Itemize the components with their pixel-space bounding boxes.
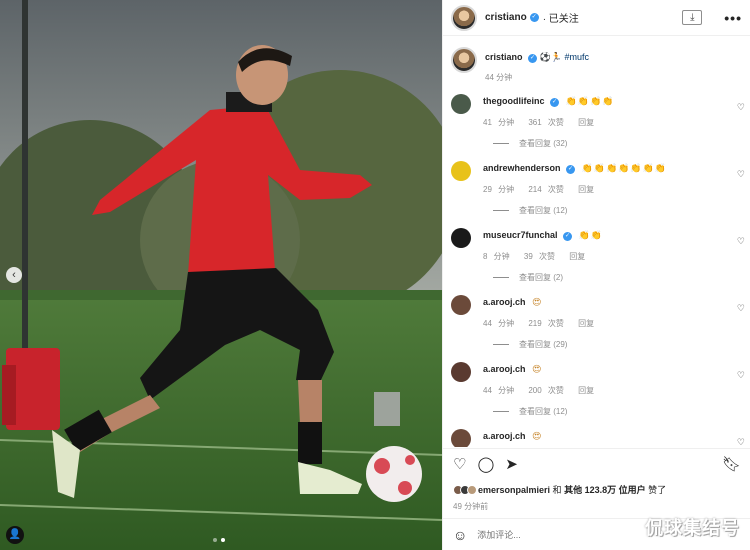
comment-likes[interactable]: 361 次赞: [528, 118, 564, 127]
training-photo: [0, 0, 442, 550]
comment-item: andrewhenderson ✓ 👏👏👏👏👏👏👏 29 分钟 214 次赞 回…: [443, 152, 750, 219]
follow-status-label: 已关注: [548, 14, 579, 25]
post-photo: ‹ 👤: [0, 0, 442, 550]
liker-username[interactable]: emersonpalmieri: [478, 485, 550, 495]
likes-others[interactable]: 其他 123.8万 位用户: [564, 483, 646, 496]
verified-badge-icon: ✓: [563, 232, 573, 241]
post-actions: ♡ ◯ ➤ 🔖︎ emersonpalmieri 和 其他 123.8万 位用户…: [443, 448, 750, 512]
comment-heart-icon[interactable]: ♡: [737, 303, 745, 314]
football: [366, 446, 422, 502]
comment-meta: 44 分钟 200 次赞 回复: [483, 385, 602, 396]
commenter-avatar[interactable]: [451, 161, 471, 181]
comment-likes[interactable]: 39 次赞: [524, 252, 555, 261]
comment-heart-icon[interactable]: ♡: [737, 236, 745, 247]
caption-time: 44 分钟: [485, 73, 513, 82]
comment-meta: 41 分钟 361 次赞 回复: [483, 117, 614, 128]
carousel-indicator: [213, 538, 225, 542]
comment-time: 44 分钟: [483, 319, 515, 328]
comment-text: 👏👏: [578, 230, 603, 240]
comment-likes[interactable]: 200 次赞: [528, 386, 564, 395]
verified-badge-icon: ✓: [528, 54, 538, 63]
watermark: 侃球集结号: [645, 518, 740, 539]
liker-avatars: [453, 484, 477, 495]
comment-item: thegoodlifeinc ✓ 👏👏👏👏 41 分钟 361 次赞 回复 查看…: [443, 85, 750, 152]
comment-likes[interactable]: 214 次赞: [528, 185, 564, 194]
more-options-icon[interactable]: •••: [724, 10, 742, 26]
reply-button[interactable]: 回复: [578, 386, 594, 395]
posted-time: 49 分钟前: [453, 502, 489, 511]
comment-meta: 44 分钟 219 次赞 回复: [483, 318, 602, 329]
comments-list[interactable]: cristiano ✓ ⚽🏃 #mufc 44 分钟 thegoodlifein…: [443, 37, 750, 447]
liker-avatar: [467, 484, 477, 495]
comment-meta: 8 分钟 39 次赞 回复: [483, 251, 603, 262]
commenter-avatar[interactable]: [451, 429, 471, 447]
comment-text: 👏👏👏👏👏👏👏: [581, 163, 667, 173]
comment-item: museucr7funchal ✓ 👏👏 8 分钟 39 次赞 回复 查看回复 …: [443, 219, 750, 286]
view-replies-button[interactable]: 查看回复 (2): [493, 272, 743, 283]
comment-icon[interactable]: ◯: [477, 457, 494, 473]
view-replies-button[interactable]: 查看回复 (32): [493, 138, 743, 149]
likes-summary: emersonpalmieri 和 其他 123.8万 位用户 赞了: [453, 483, 741, 496]
tagged-user-icon[interactable]: 👤: [6, 526, 24, 544]
caption-username[interactable]: cristiano: [485, 52, 523, 62]
verified-badge-icon: ✓: [529, 13, 539, 22]
previous-image-button[interactable]: ‹: [6, 267, 22, 283]
post-header: cristiano ✓ · 已关注 ⤓ •••: [443, 0, 750, 36]
view-replies-button[interactable]: 查看回复 (12): [493, 406, 743, 417]
comment-item: a.arooj.ch 😍 ♡: [443, 420, 750, 447]
reply-button[interactable]: 回复: [578, 319, 594, 328]
caption-hashtag[interactable]: #mufc: [564, 52, 589, 62]
reply-button[interactable]: 回复: [569, 252, 585, 261]
commenter-username[interactable]: andrewhenderson: [483, 163, 561, 173]
comment-text: 👏👏👏👏: [565, 96, 615, 106]
comment-time: 8 分钟: [483, 252, 510, 261]
comment-time: 44 分钟: [483, 386, 515, 395]
download-icon[interactable]: ⤓: [682, 10, 703, 25]
comment-heart-icon[interactable]: ♡: [737, 102, 745, 113]
author-username[interactable]: cristiano: [485, 12, 527, 23]
bookmark-icon[interactable]: 🔖︎: [722, 457, 741, 473]
comment-input[interactable]: [477, 529, 598, 540]
heart-icon[interactable]: ♡: [453, 457, 466, 473]
commenter-avatar[interactable]: [451, 295, 471, 315]
commenter-username[interactable]: a.arooj.ch: [483, 364, 526, 374]
carousel-dot-active: [221, 538, 225, 542]
verified-badge-icon: ✓: [566, 165, 576, 174]
comment-text: 😍: [532, 364, 543, 374]
comment-time: 41 分钟: [483, 118, 515, 127]
view-replies-button[interactable]: 查看回复 (12): [493, 205, 743, 216]
commenter-avatar[interactable]: [451, 228, 471, 248]
likes-suffix: 赞了: [648, 485, 667, 495]
comment-likes[interactable]: 219 次赞: [528, 319, 564, 328]
comment-meta: 29 分钟 214 次赞 回复: [483, 184, 667, 195]
commenter-username[interactable]: a.arooj.ch: [483, 297, 526, 307]
comment-text: 😍: [532, 297, 543, 307]
smile-icon[interactable]: ☺: [453, 527, 467, 543]
verified-badge-icon: ✓: [550, 98, 560, 107]
view-replies-button[interactable]: 查看回复 (29): [493, 339, 743, 350]
carousel-dot: [213, 538, 217, 542]
follow-status[interactable]: · 已关注: [543, 10, 579, 25]
commenter-username[interactable]: museucr7funchal: [483, 230, 558, 240]
comment-item: a.arooj.ch 😍 44 分钟 219 次赞 回复 查看回复 (29) ♡: [443, 286, 750, 353]
comment-item: a.arooj.ch 😍 44 分钟 200 次赞 回复 查看回复 (12) ♡: [443, 353, 750, 420]
share-icon[interactable]: ➤: [505, 457, 518, 473]
comment-heart-icon[interactable]: ♡: [737, 437, 745, 447]
commenter-username[interactable]: thegoodlifeinc: [483, 96, 545, 106]
commenter-avatar[interactable]: [451, 94, 471, 114]
commenter-avatar[interactable]: [451, 362, 471, 382]
caption-emoji: ⚽🏃: [539, 52, 562, 62]
comment-heart-icon[interactable]: ♡: [737, 169, 745, 180]
reply-button[interactable]: 回复: [578, 118, 594, 127]
commenter-username[interactable]: a.arooj.ch: [483, 431, 526, 441]
post-caption: cristiano ✓ ⚽🏃 #mufc 44 分钟: [443, 37, 750, 85]
author-avatar[interactable]: [451, 4, 477, 31]
post-details-panel: cristiano ✓ · 已关注 ⤓ ••• cristiano ✓ ⚽🏃 #…: [442, 0, 750, 550]
comment-time: 29 分钟: [483, 185, 515, 194]
reply-button[interactable]: 回复: [578, 185, 594, 194]
comment-heart-icon[interactable]: ♡: [737, 370, 745, 381]
likes-connector: 和: [552, 485, 562, 495]
comment-text: 😍: [532, 431, 543, 441]
author-avatar[interactable]: [451, 47, 477, 73]
